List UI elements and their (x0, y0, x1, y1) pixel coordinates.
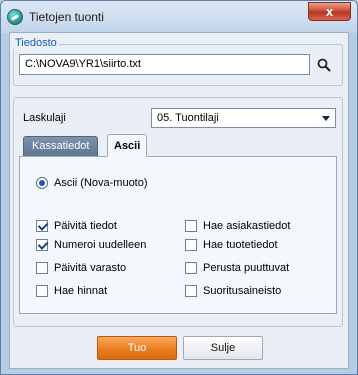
update-data-checkbox[interactable] (36, 220, 48, 232)
fetch-prices-checkbox[interactable] (36, 285, 48, 297)
tab-kassatiedot[interactable]: Kassatiedot (23, 136, 99, 156)
ascii-format-radio[interactable] (36, 177, 48, 189)
fetch-customer-checkbox[interactable] (185, 220, 197, 232)
close-button[interactable]: Sulje (183, 336, 263, 360)
invoice-type-label: Laskulaji (23, 112, 66, 124)
fetch-customer-label: Hae asiakastiedot (203, 220, 291, 232)
import-button[interactable]: Tuo (97, 336, 177, 360)
window-title: Tietojen tuonti (29, 10, 104, 24)
update-stock-label: Päivitä varasto (54, 262, 127, 274)
close-window-button[interactable]: x (308, 2, 351, 21)
title-bar[interactable]: Tietojen tuonti x (1, 1, 357, 33)
import-dialog: Tietojen tuonti x Tiedosto C:\NOVA9\YR1\… (0, 0, 358, 375)
app-logo-icon (7, 9, 23, 25)
create-missing-label: Perusta puuttuvat (203, 262, 290, 274)
update-data-label: Päivitä tiedot (54, 220, 117, 232)
fetch-product-label: Hae tuotetiedot (203, 239, 278, 251)
update-stock-checkbox[interactable] (36, 262, 48, 274)
invoice-type-value: 05. Tuontilaji (157, 112, 219, 124)
chevron-down-icon (322, 116, 330, 121)
fetch-product-checkbox[interactable] (185, 239, 197, 251)
file-path-input[interactable]: C:\NOVA9\YR1\siirto.txt (19, 54, 310, 75)
file-group-label: Tiedosto (13, 37, 59, 49)
invoice-type-select[interactable]: 05. Tuontilaji (151, 108, 336, 128)
renumber-checkbox[interactable] (36, 239, 48, 251)
fetch-prices-label: Hae hinnat (54, 285, 108, 297)
ascii-format-label: Ascii (Nova-muoto) (54, 177, 148, 189)
payment-data-label: Suoritusaineisto (203, 285, 282, 297)
search-icon (317, 58, 331, 72)
browse-button[interactable] (313, 54, 335, 75)
create-missing-checkbox[interactable] (185, 262, 197, 274)
renumber-label: Numeroi uudelleen (54, 239, 147, 251)
payment-data-checkbox[interactable] (185, 285, 197, 297)
tab-ascii[interactable]: Ascii (107, 134, 148, 157)
